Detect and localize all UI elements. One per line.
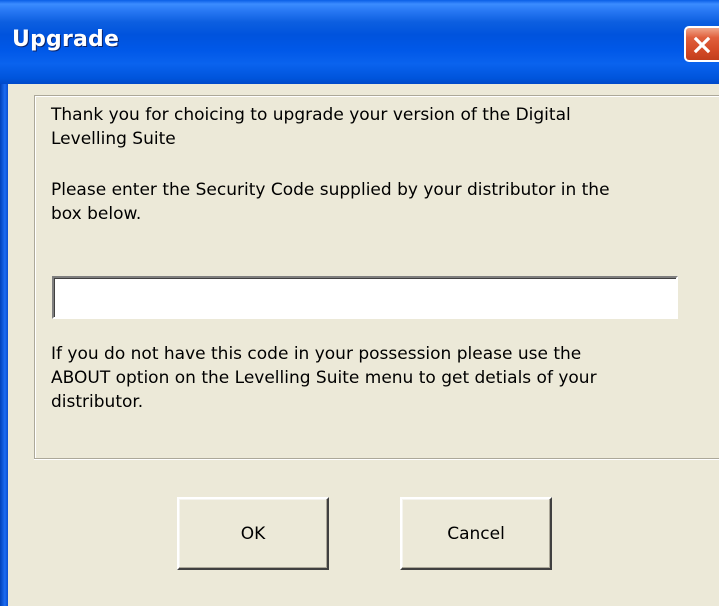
close-icon [693, 36, 711, 54]
title-bar[interactable]: Upgrade [0, 0, 719, 84]
help-label: If you do not have this code in your pos… [51, 344, 597, 412]
dialog-body: Thank you for choicing to upgrade your v… [8, 84, 719, 606]
thanks-label: Thank you for choicing to upgrade your v… [51, 105, 571, 149]
close-button[interactable] [684, 26, 719, 62]
window-frame-left [0, 84, 8, 606]
cancel-button[interactable]: Cancel [400, 497, 552, 570]
window-title: Upgrade [12, 27, 120, 52]
instruction-label: Please enter the Security Code supplied … [51, 180, 610, 224]
ok-button[interactable]: OK [177, 497, 329, 570]
security-code-input[interactable] [52, 276, 678, 319]
upgrade-dialog: Upgrade Thank you for choicing to upgrad… [0, 0, 719, 606]
